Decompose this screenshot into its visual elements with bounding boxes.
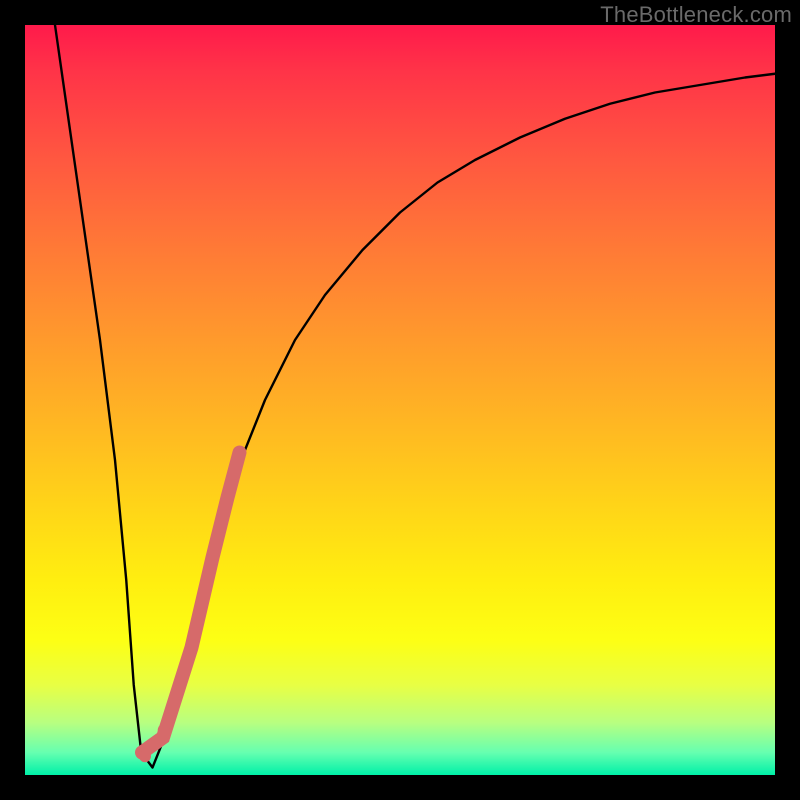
chart-svg: [25, 25, 775, 775]
chart-frame: TheBottleneck.com: [0, 0, 800, 800]
bottleneck-curve: [55, 25, 775, 768]
highlight-dot: [139, 750, 151, 762]
plot-area: [25, 25, 775, 775]
highlight-dot: [158, 724, 170, 736]
highlight-dot: [148, 739, 160, 751]
highlight-segment: [142, 453, 240, 753]
